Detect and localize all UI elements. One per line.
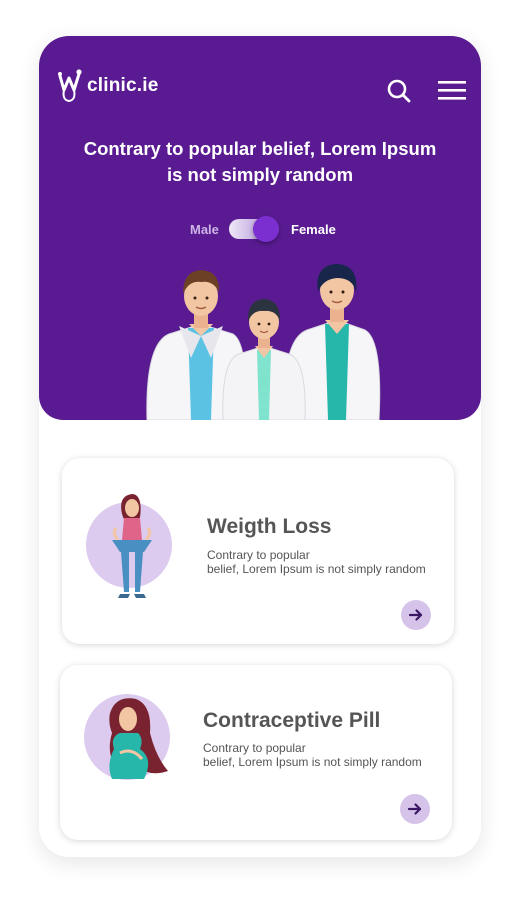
search-button[interactable] <box>386 78 412 104</box>
arrow-right-icon <box>407 803 422 815</box>
phone-screen: clinic.ie Contrary to popular belief, Lo… <box>39 36 481 857</box>
contraceptive-pill-arrow-button[interactable] <box>400 794 430 824</box>
card-description: Contrary to popular belief, Lorem Ipsum … <box>207 548 447 576</box>
arrow-right-icon <box>408 609 423 621</box>
logo-text: clinic.ie <box>87 75 159 96</box>
clinic-logo[interactable]: clinic.ie <box>57 66 159 106</box>
card-title: Weigth Loss <box>207 515 332 538</box>
card-title: Contraceptive Pill <box>203 709 381 732</box>
weight-loss-card[interactable]: Weigth Loss Contrary to popular belief, … <box>62 458 454 644</box>
toggle-knob[interactable] <box>253 216 279 242</box>
contraceptive-pill-card[interactable]: Contraceptive Pill Contrary to popular b… <box>60 665 452 840</box>
female-label[interactable]: Female <box>291 222 336 237</box>
weight-loss-woman-illustration <box>86 494 172 598</box>
male-label[interactable]: Male <box>190 222 219 237</box>
card-description-line-2: belief, Lorem Ipsum is not simply random <box>203 755 422 769</box>
card-description-line-1: Contrary to popular <box>203 741 306 755</box>
search-icon <box>387 79 411 103</box>
card-description-line-1: Contrary to popular <box>207 548 310 562</box>
hero-banner: clinic.ie Contrary to popular belief, Lo… <box>39 36 481 420</box>
headline-line-2: is not simply random <box>166 164 354 185</box>
gender-toggle-switch[interactable] <box>229 216 279 242</box>
weight-loss-arrow-button[interactable] <box>401 600 431 630</box>
headline-line-1: Contrary to popular belief, Lorem Ipsum <box>83 138 437 159</box>
card-description-line-2: belief, Lorem Ipsum is not simply random <box>207 562 426 576</box>
card-description: Contrary to popular belief, Lorem Ipsum … <box>203 741 443 769</box>
pregnant-woman-illustration <box>84 694 170 780</box>
hamburger-menu-icon <box>438 81 466 100</box>
gender-toggle-row: Male Female <box>39 216 481 242</box>
stethoscope-w-icon <box>58 69 82 103</box>
hero-headline: Contrary to popular belief, Lorem Ipsum … <box>39 136 481 188</box>
menu-button[interactable] <box>438 79 466 103</box>
three-doctors-illustration <box>146 264 381 420</box>
